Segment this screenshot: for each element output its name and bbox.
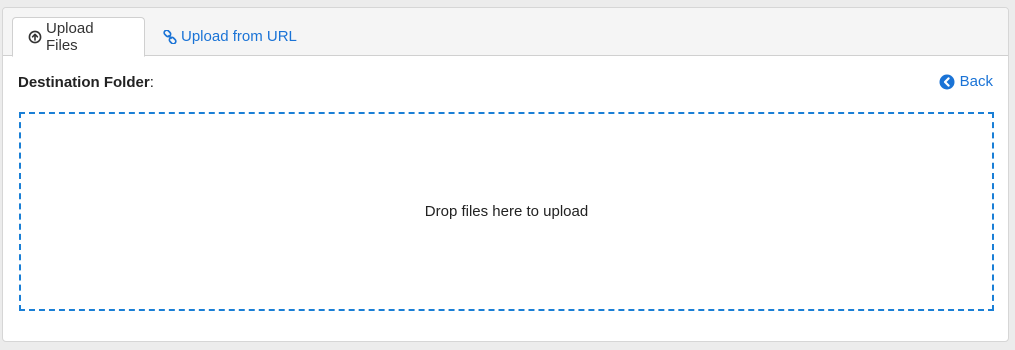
back-link-label: Back: [959, 73, 993, 90]
link-icon: [163, 29, 177, 44]
dropzone-text: Drop files here to upload: [424, 203, 589, 220]
tab-upload-from-url-label: Upload from URL: [181, 28, 297, 45]
tab-upload-files[interactable]: Upload Files: [12, 17, 145, 57]
upload-panel: Upload Files Upload from URL Destination…: [2, 7, 1009, 342]
arrow-up-circle-icon: [28, 30, 42, 44]
tab-bar: Upload Files Upload from URL: [3, 8, 1008, 57]
file-dropzone[interactable]: Drop files here to upload: [19, 112, 994, 311]
destination-folder-title: Destination Folder: [18, 74, 150, 91]
chevron-left-circle-icon: [939, 74, 955, 90]
destination-folder-colon: :: [149, 74, 154, 91]
tab-upload-files-label: Upload Files: [46, 20, 94, 54]
destination-folder-label: Destination Folder:: [18, 74, 154, 91]
back-link[interactable]: Back: [939, 73, 993, 90]
tab-upload-from-url[interactable]: Upload from URL: [148, 17, 312, 56]
